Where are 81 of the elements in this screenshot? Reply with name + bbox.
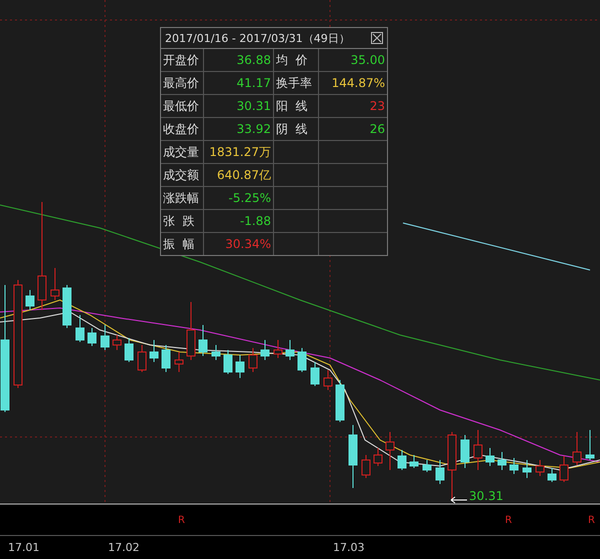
stat-value: 30.34% [225, 237, 271, 251]
stat-label: 最高价 [163, 74, 199, 92]
candle [522, 460, 532, 478]
candle [224, 350, 232, 374]
stat-label: 张 跌 [163, 212, 195, 230]
candle [362, 454, 370, 478]
stat-label: 成交量 [163, 144, 199, 160]
stat-label: 开盘价 [163, 52, 199, 68]
candle [112, 334, 122, 350]
stat-label: 均 价 [276, 52, 308, 68]
candle [88, 328, 96, 346]
r-marker: R [505, 515, 512, 526]
candle [260, 340, 270, 360]
candle [310, 362, 320, 386]
stat-label: 振 幅 [163, 236, 195, 252]
candle [324, 370, 332, 390]
candle [486, 448, 494, 466]
candle [150, 340, 158, 362]
stat-value: 1831.27万 [209, 144, 271, 160]
candle [448, 432, 456, 500]
stat-value: 23 [370, 99, 385, 113]
candle [62, 284, 72, 328]
stat-label: 阳 线 [276, 98, 308, 114]
candle [386, 432, 394, 470]
candle [286, 340, 294, 360]
stat-value: 26 [370, 122, 385, 136]
stat-value: 41.17 [236, 76, 271, 90]
candle [50, 268, 60, 300]
candle [26, 290, 34, 310]
stat-value: 640.87亿 [217, 166, 271, 184]
candle [436, 460, 444, 484]
close-icon[interactable] [371, 32, 383, 44]
candle [348, 424, 358, 488]
candle [410, 454, 418, 468]
candle [460, 434, 470, 468]
candle [374, 448, 382, 466]
candle [298, 348, 306, 372]
stat-label: 收盘价 [163, 120, 199, 138]
stat-label: 涨跌幅 [163, 190, 199, 206]
candle [498, 452, 506, 470]
stat-label: 换手率 [276, 74, 312, 92]
stat-label: 阴 线 [276, 120, 308, 138]
candle [100, 324, 110, 350]
candle [422, 460, 432, 472]
r-marker: R [178, 515, 185, 526]
candle [174, 352, 184, 372]
stat-value: 36.88 [236, 53, 271, 67]
stat-value: 144.87% [332, 76, 385, 90]
candle [510, 458, 518, 474]
stat-value: -1.88 [240, 214, 271, 228]
popup-title: 2017/01/16 - 2017/03/31（49日） [165, 30, 350, 46]
candle [198, 324, 208, 356]
candle [560, 456, 568, 482]
candle [586, 430, 594, 460]
candle [274, 340, 282, 358]
axis-label: 17.03 [333, 541, 364, 554]
candle [398, 450, 406, 470]
candle [162, 344, 170, 372]
stat-value: -5.25% [228, 191, 271, 205]
candle [548, 468, 556, 482]
candle [248, 348, 258, 372]
stat-value: 30.31 [236, 99, 271, 113]
stat-value: 35.00 [350, 53, 385, 67]
candle [474, 430, 482, 470]
axis-label: 17.02 [108, 541, 140, 554]
r-marker: R [588, 515, 595, 526]
axis-label: 17.01 [8, 541, 40, 554]
candle [186, 302, 196, 360]
stat-value: 33.92 [236, 122, 271, 136]
candle [336, 380, 344, 422]
candle [124, 338, 134, 362]
candle [76, 314, 84, 342]
arrow-icon [450, 496, 468, 504]
candle [138, 344, 146, 372]
candle [572, 432, 582, 466]
stat-label: 成交额 [163, 166, 199, 184]
candle [212, 344, 220, 360]
candle [236, 354, 244, 378]
stat-label: 最低价 [163, 98, 199, 114]
low-price-label: 30.31 [469, 489, 504, 503]
candle [536, 460, 544, 476]
